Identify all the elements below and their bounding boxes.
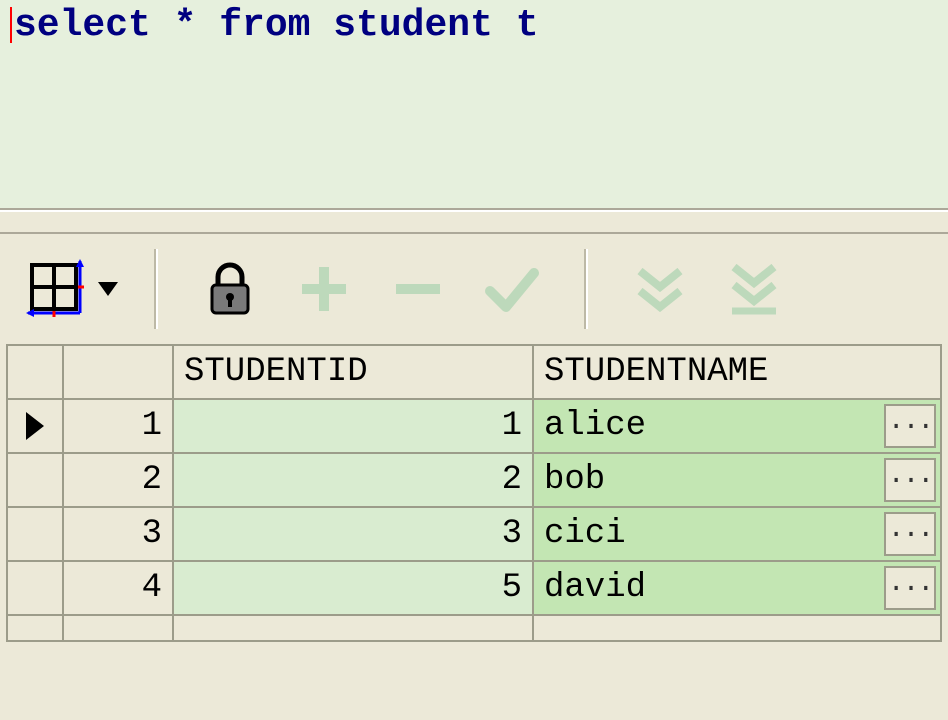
cell-ellipsis-button[interactable]: ... — [884, 404, 936, 448]
table-row[interactable]: 3 3 cici ... — [7, 507, 941, 561]
grid-view-button[interactable] — [20, 253, 92, 325]
minus-icon — [386, 257, 450, 321]
toolbar-separator — [154, 249, 158, 329]
sql-keyword: from — [219, 4, 310, 47]
row-number: 4 — [63, 561, 173, 615]
sql-text: student t — [310, 4, 538, 47]
cell-studentid[interactable]: 5 — [173, 561, 533, 615]
cell-ellipsis-button[interactable]: ... — [884, 566, 936, 610]
table-row[interactable]: 1 1 alice ... — [7, 399, 941, 453]
row-marker — [7, 507, 63, 561]
row-pointer-icon — [26, 412, 44, 440]
cell-studentname[interactable]: david ... — [533, 561, 941, 615]
row-marker — [7, 453, 63, 507]
cell-value: cici — [544, 515, 626, 553]
cell-ellipsis-button[interactable]: ... — [884, 512, 936, 556]
cell-studentid[interactable]: 2 — [173, 453, 533, 507]
check-icon — [480, 257, 544, 321]
cell-studentid[interactable]: 3 — [173, 507, 533, 561]
lock-icon — [198, 257, 262, 321]
cell-value: bob — [544, 461, 605, 499]
cell-ellipsis-button[interactable]: ... — [884, 458, 936, 502]
results-grid: STUDENTID STUDENTNAME 1 1 alice ... 2 2 … — [0, 344, 948, 648]
fetch-all-button — [718, 253, 790, 325]
cell-value: david — [544, 569, 646, 607]
fetch-button — [624, 253, 696, 325]
column-header-studentname[interactable]: STUDENTNAME — [533, 345, 941, 399]
grid-icon — [24, 257, 88, 321]
row-number: 2 — [63, 453, 173, 507]
column-header-studentid[interactable]: STUDENTID — [173, 345, 533, 399]
dropdown-caret-icon[interactable] — [98, 282, 118, 296]
cell-studentname[interactable]: cici ... — [533, 507, 941, 561]
lock-button[interactable] — [194, 253, 266, 325]
row-marker — [7, 561, 63, 615]
cell-studentname[interactable]: alice ... — [533, 399, 941, 453]
table-row[interactable]: 2 2 bob ... — [7, 453, 941, 507]
cell-studentid[interactable]: 1 — [173, 399, 533, 453]
remove-row-button — [382, 253, 454, 325]
text-caret — [10, 7, 12, 43]
toolbar-separator — [584, 249, 588, 329]
row-number: 1 — [63, 399, 173, 453]
column-header-marker[interactable] — [7, 345, 63, 399]
row-number: 3 — [63, 507, 173, 561]
sql-keyword: select — [14, 4, 151, 47]
double-chevron-down-icon — [628, 257, 692, 321]
column-header-rownum[interactable] — [63, 345, 173, 399]
table-row[interactable]: 4 5 david ... — [7, 561, 941, 615]
cell-studentname[interactable]: bob ... — [533, 453, 941, 507]
commit-button — [476, 253, 548, 325]
add-row-button — [288, 253, 360, 325]
sql-editor[interactable]: select * from student t — [0, 0, 948, 210]
current-row-marker — [7, 399, 63, 453]
cell-value: alice — [544, 407, 646, 445]
double-chevron-down-bar-icon — [722, 257, 786, 321]
plus-icon — [292, 257, 356, 321]
table-row-empty — [7, 615, 941, 641]
sql-text: * — [151, 4, 219, 47]
splitter[interactable] — [0, 210, 948, 234]
results-toolbar — [0, 234, 948, 344]
